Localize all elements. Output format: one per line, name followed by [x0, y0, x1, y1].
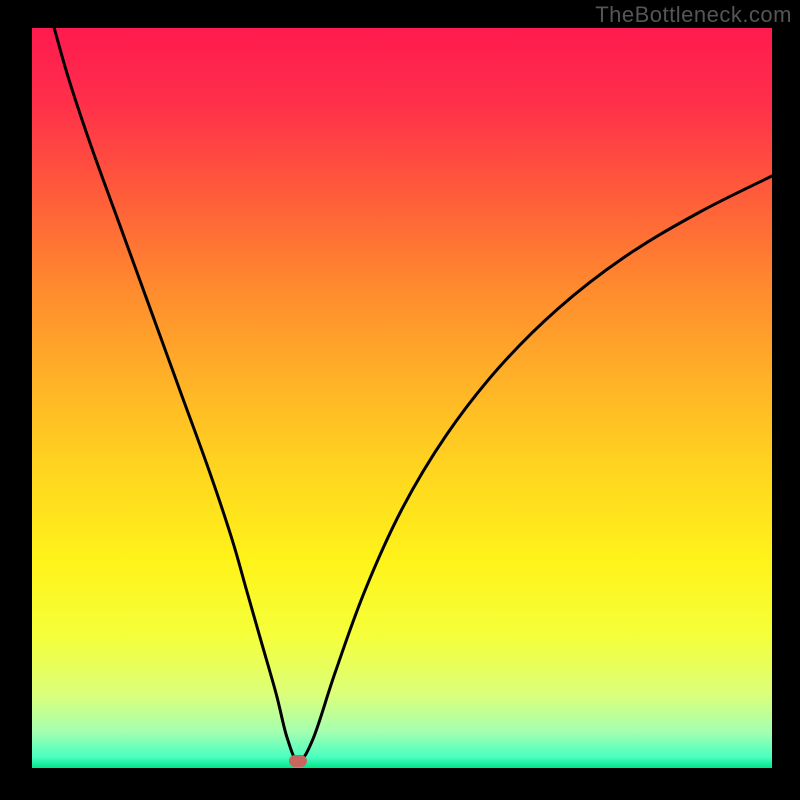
chart-background-gradient	[32, 28, 772, 768]
watermark-text: TheBottleneck.com	[595, 2, 792, 28]
optimal-point-marker	[289, 755, 307, 767]
chart-frame	[32, 28, 772, 768]
